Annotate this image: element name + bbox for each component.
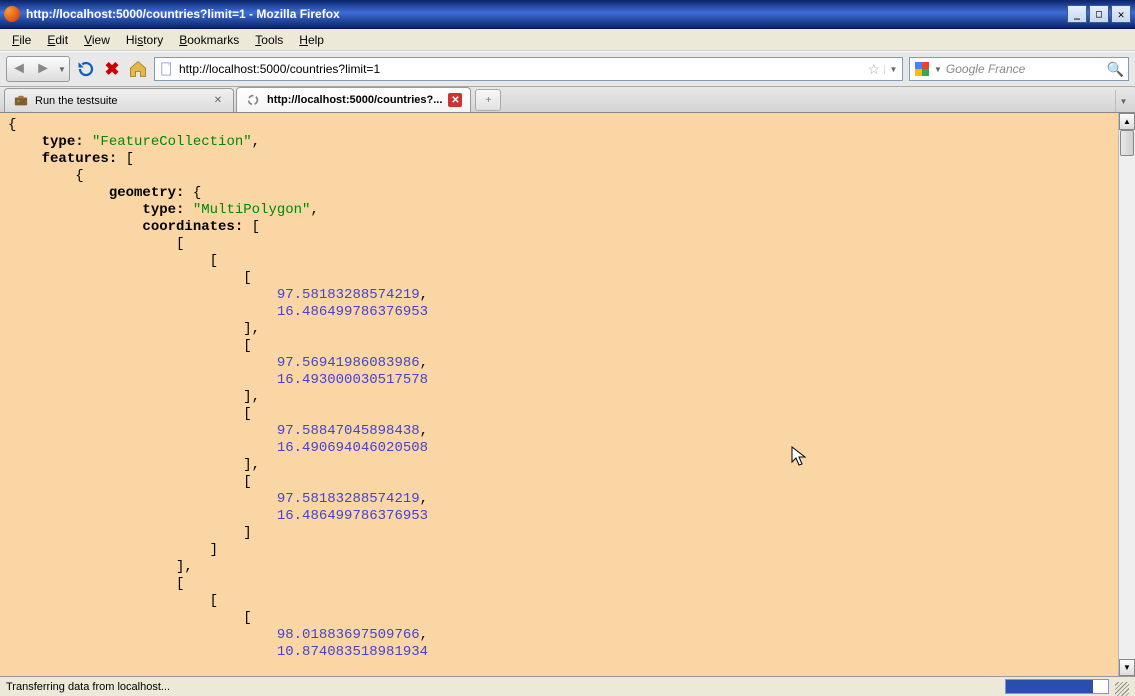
navigation-toolbar: ◄ ► ▼ ✖ http://localhost:5000/countries?… [0, 51, 1135, 87]
tab-testsuite[interactable]: Run the testsuite ✕ [4, 88, 234, 112]
resize-grip[interactable] [1115, 682, 1129, 696]
window-controls: _ □ ✕ [1067, 5, 1131, 23]
search-bar[interactable]: ▼ Google France 🔍 [909, 57, 1129, 81]
tab-label: Run the testsuite [35, 95, 205, 107]
home-button[interactable] [128, 59, 148, 79]
page-content: { type: "FeatureCollection", features: [… [0, 113, 1118, 676]
menu-edit[interactable]: Edit [39, 31, 76, 49]
forward-button[interactable]: ► [31, 57, 55, 81]
minimize-button[interactable]: _ [1067, 5, 1087, 23]
menu-file[interactable]: File [4, 31, 39, 49]
url-dropdown[interactable]: ▼ [884, 65, 898, 74]
status-bar: Transferring data from localhost... [0, 676, 1135, 696]
menu-view[interactable]: View [76, 31, 118, 49]
tab-countries[interactable]: http://localhost:5000/countries?... ✕ [236, 87, 471, 112]
menu-history[interactable]: History [118, 31, 171, 49]
window-title: http://localhost:5000/countries?limit=1 … [26, 7, 1067, 21]
nav-button-group: ◄ ► ▼ [6, 56, 70, 82]
tab-label: http://localhost:5000/countries?... [267, 94, 442, 106]
search-placeholder[interactable]: Google France [946, 62, 1103, 76]
firefox-icon [4, 6, 20, 22]
progress-bar [1005, 679, 1109, 694]
tab-close-icon[interactable]: ✕ [211, 94, 225, 108]
testsuite-icon [13, 93, 29, 109]
tab-close-icon[interactable]: ✕ [448, 93, 462, 107]
search-engine-dropdown[interactable]: ▼ [934, 65, 942, 74]
reload-button[interactable] [76, 59, 96, 79]
menu-help[interactable]: Help [291, 31, 332, 49]
menu-tools[interactable]: Tools [247, 31, 291, 49]
url-text[interactable]: http://localhost:5000/countries?limit=1 [179, 62, 863, 76]
search-go-icon[interactable]: 🔍 [1107, 61, 1124, 78]
scroll-thumb[interactable] [1120, 130, 1134, 156]
page-icon [159, 61, 175, 77]
progress-fill [1006, 680, 1093, 693]
tab-list-dropdown[interactable]: ▼ [1115, 90, 1131, 112]
menu-bookmarks[interactable]: Bookmarks [171, 31, 247, 49]
back-button[interactable]: ◄ [7, 57, 31, 81]
window-titlebar: http://localhost:5000/countries?limit=1 … [0, 0, 1135, 29]
scroll-down-button[interactable]: ▼ [1119, 659, 1135, 676]
stop-button[interactable]: ✖ [102, 59, 122, 79]
close-button[interactable]: ✕ [1111, 5, 1131, 23]
search-engine-icon[interactable] [914, 61, 930, 77]
scroll-track[interactable] [1119, 130, 1135, 659]
vertical-scrollbar[interactable]: ▲ ▼ [1118, 113, 1135, 676]
bookmark-star-icon[interactable]: ☆ [867, 61, 880, 78]
maximize-button[interactable]: □ [1089, 5, 1109, 23]
url-bar[interactable]: http://localhost:5000/countries?limit=1 … [154, 57, 903, 81]
tab-bar: Run the testsuite ✕ http://localhost:500… [0, 87, 1135, 113]
scroll-up-button[interactable]: ▲ [1119, 113, 1135, 130]
loading-icon [245, 92, 261, 108]
nav-history-dropdown[interactable]: ▼ [55, 65, 69, 74]
menu-bar: File Edit View History Bookmarks Tools H… [0, 29, 1135, 51]
status-text: Transferring data from localhost... [6, 681, 1005, 693]
new-tab-button[interactable]: + [475, 89, 501, 111]
